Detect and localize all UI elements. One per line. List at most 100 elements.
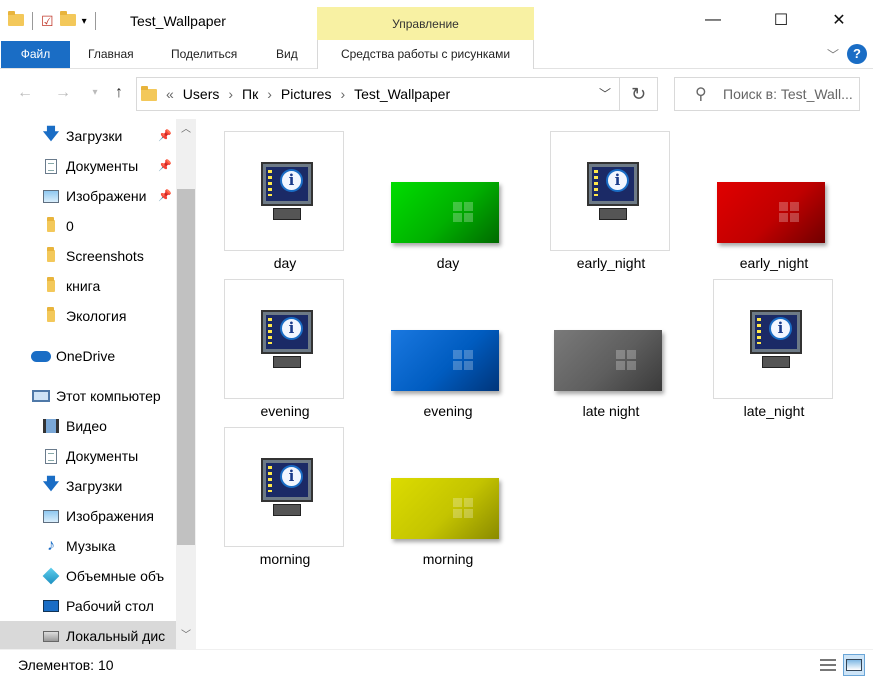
file-name: evening (260, 403, 310, 419)
pin-icon[interactable]: 📌 (158, 159, 172, 172)
sidebar-item-onedrive[interactable]: OneDrive (30, 341, 176, 371)
file-item[interactable]: i day (224, 131, 346, 271)
file-item[interactable]: i evening (224, 279, 346, 419)
chevron-down-icon[interactable]: ▾ (82, 16, 87, 27)
wallpaper-preview (391, 182, 499, 243)
theme-file-icon: i (261, 162, 313, 222)
theme-file-thumbnail[interactable]: i (224, 427, 344, 547)
new-folder-icon[interactable] (59, 11, 76, 29)
wallpaper-preview (554, 330, 662, 391)
sidebar-item-documents-pinned[interactable]: Документы 📌 (40, 151, 176, 181)
divider (94, 12, 96, 30)
theme-file-thumbnail[interactable]: i (224, 131, 344, 251)
address-bar[interactable]: « Users › Пк › Pictures › Test_Wallpaper… (136, 77, 620, 111)
sidebar-scrollbar[interactable]: ︿ ﹀ (176, 119, 196, 649)
breadcrumb-separator[interactable]: › (340, 86, 345, 102)
sidebar-item-pictures-pinned[interactable]: Изображени 📌 (40, 181, 176, 211)
theme-file-thumbnail[interactable]: i (224, 279, 344, 399)
chevron-down-icon[interactable]: ﹀ (827, 46, 839, 63)
search-box[interactable]: ⚲ Поиск в: Test_Wall... (674, 77, 860, 111)
sidebar-item-kniga[interactable]: книга (40, 271, 176, 301)
tab-share[interactable]: Поделиться (171, 40, 237, 69)
image-thumbnail[interactable] (387, 131, 507, 251)
breadcrumb-pictures[interactable]: Pictures (281, 86, 332, 102)
file-item[interactable]: evening (387, 279, 509, 419)
sidebar-item-label: Видео (66, 418, 107, 434)
theme-file-thumbnail[interactable]: i (550, 131, 670, 251)
image-thumbnail[interactable] (713, 131, 833, 251)
sidebar-item-label: книга (66, 278, 101, 294)
help-button[interactable]: ? (847, 44, 867, 64)
minimize-button[interactable]: — (690, 0, 736, 40)
file-item[interactable]: day (387, 131, 509, 271)
back-arrow-icon[interactable]: ← (14, 82, 36, 104)
documents-icon (40, 157, 62, 175)
large-icons-view-button[interactable] (843, 654, 865, 676)
forward-arrow-icon[interactable]: → (52, 82, 74, 104)
breadcrumb-separator[interactable]: › (267, 86, 272, 102)
sidebar-item-this-pc[interactable]: Этот компьютер (30, 381, 176, 411)
sidebar-item-label: Загрузки (66, 128, 123, 144)
up-arrow-icon[interactable]: ↑ (108, 82, 130, 104)
sidebar-item-music[interactable]: ♪ Музыка (40, 531, 176, 561)
pictures-icon (40, 187, 62, 205)
tab-file[interactable]: Файл (1, 41, 70, 68)
breadcrumb-separator[interactable]: › (228, 86, 233, 102)
context-group-label: Управление (317, 7, 534, 40)
breadcrumb-users[interactable]: Users (183, 86, 220, 102)
downloads-icon: 🡇 (42, 475, 60, 493)
properties-icon[interactable]: ☑ (41, 13, 54, 30)
search-input[interactable]: Поиск в: Test_Wall... (723, 86, 857, 102)
tab-home[interactable]: Главная (88, 40, 134, 69)
sidebar-item-downloads-pinned[interactable]: 🡇 Загрузки 📌 (40, 121, 176, 151)
chevron-up-icon[interactable]: ︿ (176, 121, 196, 139)
title-bar: ☑ ▾ Test_Wallpaper Управление — ☐ ✕ (0, 0, 873, 40)
scrollbar-thumb[interactable] (177, 189, 195, 545)
sidebar-item-screenshots[interactable]: Screenshots (40, 241, 176, 271)
sidebar-item-ecology[interactable]: Экология (40, 301, 176, 331)
details-view-button[interactable] (817, 654, 839, 676)
sidebar-item-local-disk[interactable]: Локальный дис (0, 621, 176, 649)
sidebar-item-videos[interactable]: Видео (40, 411, 176, 441)
pin-icon[interactable]: 📌 (158, 129, 172, 142)
tab-view[interactable]: Вид (276, 40, 298, 69)
window-title: Test_Wallpaper (130, 13, 226, 29)
folder-icon (141, 85, 157, 104)
breadcrumb-overflow[interactable]: « (166, 86, 174, 102)
maximize-button[interactable]: ☐ (758, 0, 804, 40)
image-thumbnail[interactable] (387, 427, 507, 547)
chevron-down-icon[interactable]: ﹀ (599, 85, 611, 102)
chevron-down-icon[interactable]: ﹀ (176, 627, 196, 645)
file-item[interactable]: early_night (713, 131, 835, 271)
breadcrumb-test-wallpaper[interactable]: Test_Wallpaper (354, 86, 450, 102)
file-item[interactable]: i early_night (550, 131, 672, 271)
sidebar-item-downloads[interactable]: 🡇 Загрузки (40, 471, 176, 501)
chevron-down-icon[interactable]: ▾ (84, 82, 106, 104)
sidebar-item-desktop[interactable]: Рабочий стол (40, 591, 176, 621)
sidebar-item-label: Локальный дис (66, 628, 166, 644)
sidebar-item-folder-0[interactable]: 0 (40, 211, 176, 241)
breadcrumb-pk[interactable]: Пк (242, 86, 258, 102)
pin-icon[interactable]: 📌 (158, 189, 172, 202)
close-button[interactable]: ✕ (816, 0, 862, 40)
file-name: late_night (743, 403, 805, 419)
quick-access-toolbar: ☑ ▾ (8, 10, 98, 32)
image-thumbnail[interactable] (387, 279, 507, 399)
file-list: i day day i early_night early_night i ev… (196, 119, 873, 649)
file-item[interactable]: i late_night (713, 279, 835, 419)
sidebar-item-3d-objects[interactable]: Объемные объ (40, 561, 176, 591)
folder-icon[interactable] (8, 11, 24, 29)
tab-picture-tools[interactable]: Средства работы с рисунками (317, 40, 534, 69)
image-thumbnail[interactable] (550, 279, 670, 399)
file-name: early_night (739, 255, 809, 271)
refresh-icon: ↻ (630, 83, 647, 104)
sidebar-item-pictures[interactable]: Изображения (40, 501, 176, 531)
refresh-button[interactable]: ↻ (620, 77, 658, 111)
file-item[interactable]: i morning (224, 427, 346, 567)
theme-file-thumbnail[interactable]: i (713, 279, 833, 399)
windows-logo-icon (453, 202, 473, 222)
file-item[interactable]: morning (387, 427, 509, 567)
sidebar-item-documents[interactable]: Документы (40, 441, 176, 471)
divider (32, 12, 33, 30)
file-item[interactable]: late night (550, 279, 672, 419)
